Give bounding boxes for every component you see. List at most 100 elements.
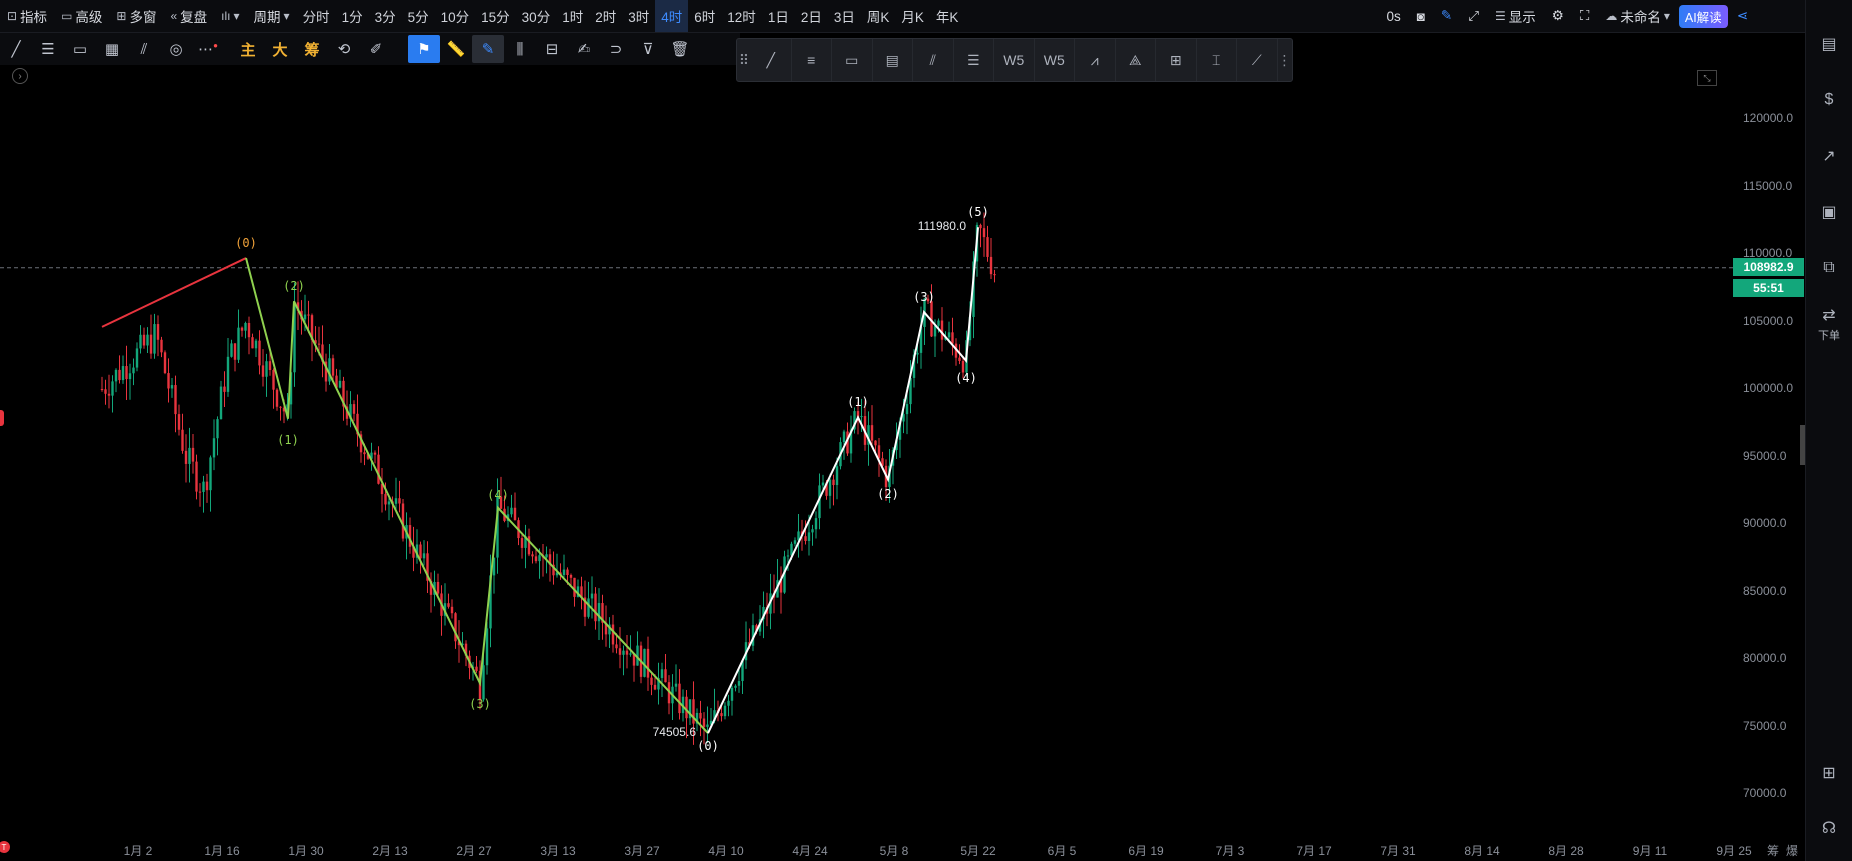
time-tick-label: 7月 17 — [1296, 844, 1332, 858]
candle-body — [618, 648, 622, 655]
candle-body — [646, 648, 650, 678]
candle-body — [205, 481, 209, 491]
candle-body — [247, 323, 251, 338]
candle-body — [531, 554, 534, 557]
candle-body — [814, 518, 818, 530]
red-trend-line — [101, 257, 247, 328]
time-tick-label: 5月 22 — [960, 844, 996, 858]
candle-body — [261, 365, 265, 377]
candle-body — [209, 457, 212, 491]
high-price-annotation: 111980.0 — [917, 219, 966, 234]
candle-body — [153, 324, 156, 354]
time-tick-label: 6月 5 — [1047, 844, 1077, 858]
candle-body — [419, 544, 422, 559]
candle-body — [982, 228, 986, 238]
candle-body — [174, 385, 177, 415]
candle-body — [842, 431, 846, 443]
candle-body — [786, 555, 790, 557]
candle-body — [352, 404, 356, 414]
time-tick-label: 4月 24 — [792, 844, 828, 858]
candle-body — [510, 507, 513, 515]
candle-body — [146, 334, 149, 346]
candle-body — [947, 332, 951, 338]
candle-body — [482, 665, 485, 700]
candle-body — [804, 536, 807, 542]
candle-body — [447, 603, 450, 607]
candle-body — [135, 348, 139, 368]
time-tick-label: 7月 31 — [1380, 844, 1416, 858]
order-label: 下单 — [1818, 330, 1840, 342]
candle-body — [240, 327, 244, 331]
axis-right-label-burst: 爆 — [1786, 844, 1799, 858]
candle-body — [979, 224, 982, 229]
candle-body — [216, 419, 219, 439]
monitor-icon[interactable]: ▣ — [1806, 184, 1852, 240]
candle-body — [268, 361, 272, 371]
stack-icon[interactable]: ⧉ — [1806, 240, 1852, 296]
time-tick-label: 8月 14 — [1464, 844, 1500, 858]
candle-body — [538, 555, 541, 562]
candle-body — [835, 466, 839, 486]
layout-icon[interactable]: ⊞ — [1806, 745, 1852, 801]
candle-body — [191, 447, 195, 462]
chart-trend-icon[interactable]: ↗ — [1806, 128, 1852, 184]
price-tick-label: 115000.0 — [1743, 178, 1793, 193]
wave-label-red-0: (0) — [235, 236, 257, 251]
time-tick-label: 4月 10 — [708, 844, 744, 858]
candle-body — [132, 367, 135, 374]
candle-body — [702, 718, 706, 727]
candlestick-chart[interactable] — [0, 0, 1805, 861]
candle-body — [937, 320, 940, 326]
candle-body — [181, 429, 184, 451]
candle-body — [107, 393, 111, 396]
chart-expand-icon[interactable]: ⤡ — [1697, 70, 1717, 86]
candle-body — [807, 532, 811, 542]
candle-body — [373, 452, 377, 455]
candle-body — [590, 593, 594, 599]
candle-body — [730, 687, 734, 701]
candle-body — [177, 414, 181, 430]
candle-body — [699, 712, 702, 719]
candle-body — [860, 416, 863, 418]
finance-icon[interactable]: $ — [1806, 72, 1852, 128]
wave-label-green: (2) — [283, 279, 305, 294]
candle-body — [737, 681, 741, 686]
bar-countdown-tag: 55:51 — [1733, 279, 1804, 297]
wave-lines-layer — [101, 227, 979, 734]
candle-body — [401, 503, 405, 539]
time-tick-label: 3月 13 — [540, 844, 576, 858]
watchlist-icon[interactable]: ▤ — [1806, 16, 1852, 72]
wave-label-green: (3) — [469, 697, 491, 712]
candle-body — [573, 577, 576, 597]
candle-body — [534, 556, 538, 562]
candle-body — [121, 366, 125, 381]
candle-body — [156, 324, 160, 340]
axis-right-label-chip: 筹 — [1767, 844, 1780, 858]
headset-icon[interactable]: ☊ — [1806, 800, 1852, 856]
candle-body — [629, 653, 632, 655]
candle-body — [387, 501, 391, 505]
left-marker — [0, 410, 4, 426]
wave-label-white: (5) — [967, 205, 989, 220]
candle-body — [237, 327, 240, 360]
candle-body — [303, 314, 307, 320]
time-tick-label: 1月 16 — [204, 844, 240, 858]
low-price-annotation: 74505.6 — [652, 725, 696, 740]
candle-body — [622, 650, 625, 655]
candle-body — [828, 479, 832, 496]
candle-body — [258, 340, 261, 366]
candle-body — [832, 479, 835, 486]
candle-body — [475, 666, 478, 671]
collapse-button[interactable]: › — [12, 68, 28, 84]
candle-body — [916, 352, 919, 355]
candle-body — [993, 274, 996, 276]
candle-body — [933, 325, 937, 337]
candle-body — [989, 256, 993, 275]
candle-body — [650, 677, 653, 685]
candle-body — [723, 705, 727, 717]
candle-body — [219, 386, 223, 420]
candle-body — [307, 314, 310, 316]
candle-body — [363, 452, 366, 455]
candle-body — [450, 606, 454, 614]
order-button[interactable]: ⇄ 下单 — [1806, 296, 1852, 352]
